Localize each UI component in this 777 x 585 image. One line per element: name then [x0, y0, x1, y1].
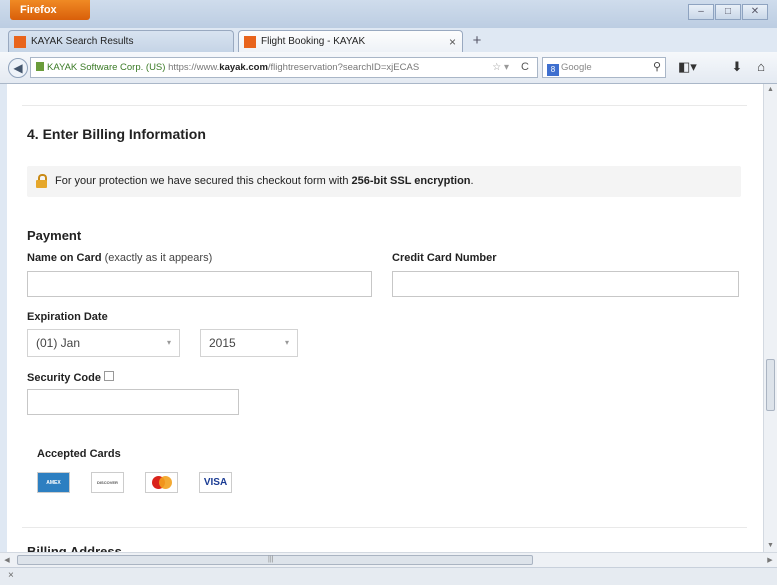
- help-icon[interactable]: [103, 371, 114, 381]
- credit-card-number-label: Credit Card Number: [392, 252, 497, 264]
- security-code-label: Security Code: [27, 371, 114, 384]
- scroll-down-icon[interactable]: ▼: [764, 540, 777, 552]
- downloads-icon[interactable]: ⬇: [728, 59, 746, 75]
- horizontal-scroll-thumb[interactable]: |||: [17, 555, 533, 565]
- scroll-right-icon[interactable]: ▶: [763, 553, 777, 568]
- ssl-text-bold: 256-bit SSL encryption: [351, 175, 471, 187]
- chevron-down-icon: ▾: [166, 338, 171, 347]
- tab-label: KAYAK Search Results: [31, 36, 134, 47]
- accepted-cards-heading: Accepted Cards: [37, 448, 121, 460]
- firefox-menu-button[interactable]: Firefox: [10, 0, 90, 20]
- back-button[interactable]: ◀: [8, 58, 28, 78]
- credit-card-number-input[interactable]: [392, 271, 739, 297]
- close-window-button[interactable]: ✕: [742, 4, 768, 20]
- home-icon[interactable]: ⌂: [752, 59, 770, 74]
- visa-card-text: VISA: [203, 477, 228, 488]
- search-icon[interactable]: ⚲: [653, 58, 661, 77]
- status-bar: ×: [0, 567, 777, 585]
- divider: [22, 105, 747, 106]
- discover-card-icon: DISCOVER: [91, 472, 124, 493]
- amex-card-text: AMEX: [46, 480, 61, 486]
- site-identity-lock-icon: [36, 62, 44, 71]
- tab-flight-booking[interactable]: Flight Booking - KAYAK ×: [238, 30, 463, 52]
- scroll-up-icon[interactable]: ▲: [764, 84, 777, 96]
- url-prefix: https://www.: [168, 62, 220, 73]
- expiration-year-value: 2015: [209, 336, 236, 350]
- search-placeholder: Google: [561, 62, 592, 73]
- url-path: /flightreservation?searchID=xjECAS: [267, 62, 420, 73]
- vertical-scroll-thumb[interactable]: [766, 359, 775, 411]
- mastercard-card-icon: [145, 472, 178, 493]
- ssl-notice: For your protection we have secured this…: [27, 166, 741, 197]
- scroll-left-icon[interactable]: ◀: [0, 553, 14, 568]
- minimize-button[interactable]: –: [688, 4, 714, 20]
- name-on-card-label-text: Name on Card: [27, 252, 102, 264]
- expiration-year-select[interactable]: 2015 ▾: [200, 329, 298, 357]
- name-on-card-label: Name on Card (exactly as it appears): [27, 252, 212, 264]
- tab-label: Flight Booking - KAYAK: [261, 36, 366, 47]
- chevron-down-icon: ▾: [284, 338, 289, 347]
- url-bar[interactable]: KAYAK Software Corp. (US) https://www.ka…: [30, 57, 538, 78]
- name-on-card-note: (exactly as it appears): [104, 252, 213, 264]
- google-engine-icon[interactable]: 8: [547, 64, 559, 76]
- billing-address-heading: Billing Address: [27, 544, 122, 552]
- bookmark-star-icon[interactable]: ☆ ▾: [492, 58, 509, 77]
- ssl-text-suffix: .: [470, 175, 474, 187]
- vertical-scrollbar[interactable]: ▲ ▼: [763, 84, 777, 552]
- discover-card-text: DISCOVER: [97, 480, 118, 485]
- security-code-input[interactable]: [27, 389, 239, 415]
- kayak-favicon-icon: [14, 36, 26, 48]
- expiration-month-value: (01) Jan: [36, 336, 81, 350]
- page-content: 4. Enter Billing Information For your pr…: [7, 84, 763, 552]
- reload-icon[interactable]: C: [521, 58, 529, 77]
- site-identity-label[interactable]: KAYAK Software Corp. (US): [47, 62, 165, 73]
- security-code-label-text: Security Code: [27, 372, 101, 384]
- horizontal-scrollbar[interactable]: ◀ ||| ▶: [0, 552, 777, 567]
- amex-card-icon: AMEX: [37, 472, 70, 493]
- ssl-text-prefix: For your protection we have secured this…: [55, 175, 352, 187]
- status-close-icon[interactable]: ×: [8, 570, 14, 581]
- navigation-bar: ◀ KAYAK Software Corp. (US) https://www.…: [0, 52, 777, 84]
- ssl-notice-text: For your protection we have secured this…: [55, 175, 474, 187]
- payment-heading: Payment: [27, 228, 82, 243]
- name-on-card-input[interactable]: [27, 271, 372, 297]
- padlock-icon: [36, 174, 47, 188]
- kayak-favicon-icon: [244, 36, 256, 48]
- expiration-month-select[interactable]: (01) Jan ▾: [27, 329, 180, 357]
- title-bar: Firefox – □ ✕: [0, 0, 777, 28]
- page-menu-icon[interactable]: ◧▾: [678, 59, 697, 75]
- search-bar[interactable]: 8 Google ⚲: [542, 57, 666, 78]
- url-domain: kayak.com: [219, 62, 268, 73]
- visa-card-icon: VISA: [199, 472, 232, 493]
- tab-close-icon[interactable]: ×: [449, 31, 456, 53]
- maximize-button[interactable]: □: [715, 4, 741, 20]
- expiration-date-label: Expiration Date: [27, 311, 108, 323]
- section-title: 4. Enter Billing Information: [27, 126, 206, 142]
- new-tab-button[interactable]: +: [466, 32, 488, 50]
- tab-kayak-search-results[interactable]: KAYAK Search Results: [8, 30, 234, 52]
- divider: [22, 527, 747, 528]
